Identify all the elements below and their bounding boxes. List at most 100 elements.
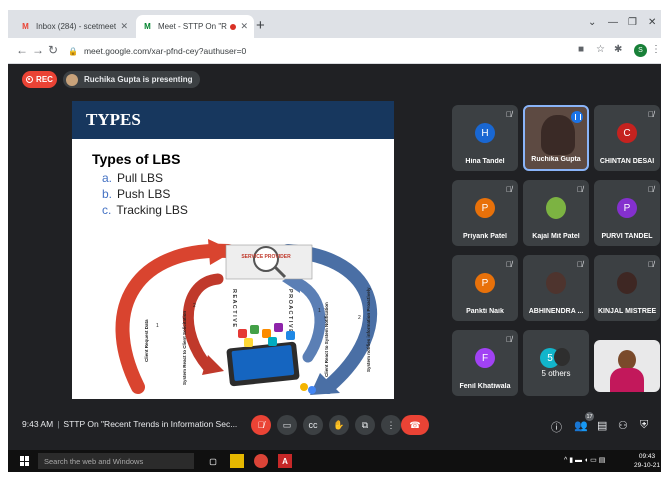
new-tab-button[interactable]: + (256, 17, 265, 34)
present-button[interactable]: ⧉ (355, 415, 375, 435)
chrome-icon[interactable] (254, 454, 268, 468)
menu-icon[interactable]: ⋮ (651, 44, 661, 55)
taskbar-clock[interactable]: 09:43 29-10-21 (634, 452, 660, 470)
participant-tile[interactable]: 🎙̸ F Fenil Khatiwala (452, 330, 518, 396)
step-number: 2 (193, 303, 196, 309)
captions-button[interactable]: cc (303, 415, 323, 435)
others-count-label: 5 others (541, 369, 571, 378)
meet-top-bar: REC Ruchika Gupta is presenting (8, 64, 661, 94)
participant-name: PURVI TANDEL (601, 233, 653, 240)
tab-search-icon[interactable]: ⌄ (588, 17, 596, 28)
slide-list-item: c. Tracking LBS (102, 203, 188, 217)
recording-icon (230, 23, 237, 30)
participant-name: CHINTAN DESAI (599, 158, 655, 165)
participant-name: Kajal Mit Patel (532, 233, 580, 240)
lbs-diagram: SERVICE PROVIDER R E A C T I V E P R O A… (115, 239, 377, 395)
mic-off-icon: 🎙̸ (648, 110, 654, 119)
mic-off-icon: 🎙̸ (577, 185, 583, 194)
participant-avatar: F (475, 348, 495, 368)
self-video (618, 350, 636, 370)
participant-avatar: H (475, 123, 495, 143)
tab-title: Meet - STTP On "Recent Trends... (158, 22, 227, 31)
reload-icon[interactable]: ↻ (48, 43, 58, 57)
participant-tile[interactable]: 🎙̸ KINJAL MISTREE (594, 255, 660, 321)
participant-photo (617, 272, 637, 294)
browser-tab-strip: M Inbox (284) - scetmeet@scet.ac.in ✕ M … (8, 10, 661, 38)
participant-video (541, 115, 575, 155)
others-tile[interactable]: 5 5 others (523, 330, 589, 396)
windows-start-icon[interactable] (20, 456, 30, 466)
clock-date: 29-10-21 (634, 462, 661, 469)
right-inner-label: Client React to System Notification (324, 302, 329, 377)
participant-tile[interactable]: 🎙̸ P Priyank Patel (452, 180, 518, 246)
info-icon[interactable]: ⓘ (551, 419, 562, 435)
mic-off-icon: 🎙̸ (648, 185, 654, 194)
back-arrow-icon[interactable]: ← (16, 43, 28, 57)
profile-avatar[interactable]: S (634, 44, 647, 57)
participant-name: Ruchika Gupta (531, 156, 581, 163)
taskbar-search-input[interactable]: Search the web and Windows (38, 453, 194, 469)
step-number: 1 (318, 308, 321, 314)
participant-tile[interactable]: 🎙̸ P PURVI TANDEL (594, 180, 660, 246)
app-icon (274, 323, 283, 332)
tab-meet[interactable]: M Meet - STTP On "Recent Trends... ✕ (136, 15, 254, 38)
star-icon[interactable]: ☆ (596, 44, 605, 55)
task-view-icon[interactable]: ▢ (206, 454, 220, 468)
participant-tile[interactable]: 🎙̸ C CHINTAN DESAI (594, 105, 660, 171)
slide-title: TYPES (72, 101, 394, 139)
recording-badge: REC (22, 71, 57, 88)
address-bar[interactable]: 🔒 meet.google.com/xar-pfnd-cey?authuser=… (68, 42, 498, 60)
system-tray-icons[interactable]: ^ ▮ ▬ ◖ ▭ ▤ (564, 456, 605, 464)
raise-hand-button[interactable]: ✋ (329, 415, 349, 435)
people-icon[interactable]: 👥 (574, 419, 588, 432)
tab-gmail[interactable]: M Inbox (284) - scetmeet@scet.ac.in ✕ (14, 15, 134, 38)
close-icon[interactable]: ✕ (240, 21, 248, 32)
close-icon[interactable]: ✕ (120, 21, 128, 32)
participant-name: KINJAL MISTREE (598, 308, 656, 315)
mic-off-icon: 🎙̸ (506, 185, 512, 194)
mic-off-button[interactable]: 🎙̸ (251, 415, 271, 435)
chat-icon[interactable]: ▤ (597, 419, 607, 432)
presentation-slide: TYPES Types of LBS a. Pull LBS b. Push LBS… (72, 101, 394, 399)
participant-avatar: P (475, 198, 495, 218)
participant-tile[interactable]: 🎙̸ H Hina Tandel (452, 105, 518, 171)
forward-arrow-icon[interactable]: → (32, 43, 44, 57)
left-outer-label: Client Request Data (144, 319, 149, 362)
leave-call-button[interactable]: ☎ (401, 415, 429, 435)
presenting-text: Ruchika Gupta is presenting (84, 75, 193, 84)
participant-avatar: P (475, 273, 495, 293)
meeting-info: 9:43 AM | STTP On "Recent Trends in Inform… (22, 419, 238, 429)
blue-inner-arrow (287, 275, 326, 363)
participant-name: ABHINENDRA ... (528, 308, 584, 315)
more-options-button[interactable]: ⋮ (381, 415, 401, 435)
participant-tile-speaking[interactable]: Ruchika Gupta (523, 105, 589, 171)
self-view-tile[interactable] (594, 340, 660, 392)
presenter-avatar (66, 73, 78, 86)
minimize-button[interactable]: — (608, 17, 618, 28)
file-explorer-icon[interactable] (230, 454, 244, 468)
participant-name: Hina Tandel (465, 158, 505, 165)
mic-off-icon: 🎙̸ (577, 260, 583, 269)
slide-subtitle: Types of LBS (92, 151, 181, 167)
participant-avatar: P (617, 198, 637, 218)
windows-taskbar: Search the web and Windows ▢ A ^ ▮ ▬ ◖ ▭… (8, 450, 661, 472)
window-close-button[interactable]: ✕ (648, 17, 656, 28)
app-icon (244, 338, 253, 347)
maximize-button[interactable]: ❐ (628, 17, 637, 28)
proactive-label: P R O A C T I V E (287, 289, 293, 333)
screen: M Inbox (284) - scetmeet@scet.ac.in ✕ M … (8, 10, 661, 472)
extensions-icon[interactable]: ✱ (614, 44, 622, 55)
participant-tile[interactable]: 🎙̸ P Pankti Naik (452, 255, 518, 321)
host-controls-icon[interactable]: ⛨ (640, 419, 648, 432)
red-inner-arrow (182, 273, 224, 373)
participant-tile[interactable]: 🎙̸ Kajal Mit Patel (523, 180, 589, 246)
camera-icon[interactable]: ■ (578, 44, 584, 55)
activities-icon[interactable]: ⚇ (618, 419, 628, 432)
meeting-title: STTP On "Recent Trends in Information Se… (63, 419, 238, 429)
url-text: meet.google.com/xar-pfnd-cey?authuser=0 (83, 46, 247, 56)
participant-tile[interactable]: 🎙̸ ABHINENDRA ... (523, 255, 589, 321)
camera-button[interactable]: ▭ (277, 415, 297, 435)
people-icon (308, 386, 316, 394)
participant-name: Fenil Khatiwala (459, 383, 511, 390)
acrobat-icon[interactable]: A (278, 454, 292, 468)
